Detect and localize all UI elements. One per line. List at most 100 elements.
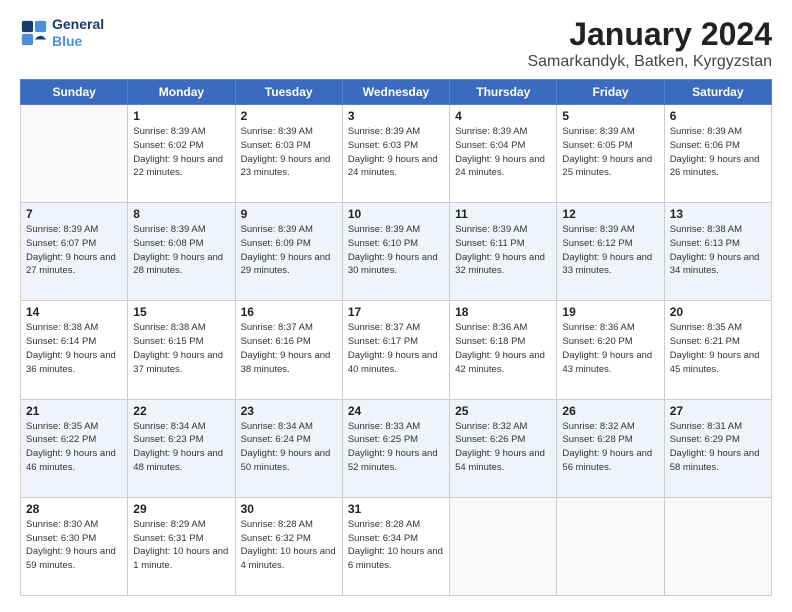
calendar-cell: 7 Sunrise: 8:39 AMSunset: 6:07 PMDaylight… bbox=[21, 203, 128, 301]
calendar-cell: 4Sunrise: 8:39 AMSunset: 6:04 PMDaylight… bbox=[450, 105, 557, 203]
calendar-cell: 23 Sunrise: 8:34 AMSunset: 6:24 PMDayligh… bbox=[235, 399, 342, 497]
day-number: 15 bbox=[133, 305, 229, 319]
calendar-cell: 16 Sunrise: 8:37 AMSunset: 6:16 PMDayligh… bbox=[235, 301, 342, 399]
day-number: 22 bbox=[133, 404, 229, 418]
day-info: Sunrise: 8:39 AMSunset: 6:06 PMDaylight:… bbox=[670, 125, 766, 180]
logo: General Blue bbox=[20, 16, 104, 50]
day-info: Sunrise: 8:38 AMSunset: 6:15 PMDaylight:… bbox=[133, 321, 229, 376]
calendar-cell: 15 Sunrise: 8:38 AMSunset: 6:15 PMDayligh… bbox=[128, 301, 235, 399]
day-number: 6 bbox=[670, 109, 766, 123]
logo-icon bbox=[20, 19, 48, 47]
day-info: Sunrise: 8:28 AMSunset: 6:32 PMDaylight:… bbox=[241, 518, 337, 573]
day-number: 26 bbox=[562, 404, 658, 418]
calendar-cell: 6 Sunrise: 8:39 AMSunset: 6:06 PMDaylight… bbox=[664, 105, 771, 203]
day-number: 24 bbox=[348, 404, 444, 418]
day-number: 2 bbox=[241, 109, 337, 123]
calendar-cell: 31 Sunrise: 8:28 AMSunset: 6:34 PMDayligh… bbox=[342, 497, 449, 595]
col-tuesday: Tuesday bbox=[235, 80, 342, 105]
calendar-cell: 18Sunrise: 8:36 AMSunset: 6:18 PMDayligh… bbox=[450, 301, 557, 399]
day-info: Sunrise: 8:28 AMSunset: 6:34 PMDaylight:… bbox=[348, 518, 444, 573]
day-number: 21 bbox=[26, 404, 122, 418]
day-info: Sunrise: 8:30 AMSunset: 6:30 PMDaylight:… bbox=[26, 518, 122, 573]
day-info: Sunrise: 8:39 AMSunset: 6:12 PMDaylight:… bbox=[562, 223, 658, 278]
calendar-row-4: 28Sunrise: 8:30 AMSunset: 6:30 PMDayligh… bbox=[21, 497, 772, 595]
day-info: Sunrise: 8:39 AMSunset: 6:11 PMDaylight:… bbox=[455, 223, 551, 278]
calendar-cell: 19Sunrise: 8:36 AMSunset: 6:20 PMDayligh… bbox=[557, 301, 664, 399]
day-number: 9 bbox=[241, 207, 337, 221]
day-number: 13 bbox=[670, 207, 766, 221]
calendar-cell: 25Sunrise: 8:32 AMSunset: 6:26 PMDayligh… bbox=[450, 399, 557, 497]
calendar-cell: 21 Sunrise: 8:35 AMSunset: 6:22 PMDayligh… bbox=[21, 399, 128, 497]
day-number: 27 bbox=[670, 404, 766, 418]
day-info: Sunrise: 8:39 AMSunset: 6:03 PMDaylight:… bbox=[241, 125, 337, 180]
calendar-cell: 22 Sunrise: 8:34 AMSunset: 6:23 PMDayligh… bbox=[128, 399, 235, 497]
calendar-cell: 24 Sunrise: 8:33 AMSunset: 6:25 PMDayligh… bbox=[342, 399, 449, 497]
calendar-cell: 3 Sunrise: 8:39 AMSunset: 6:03 PMDaylight… bbox=[342, 105, 449, 203]
calendar-table: Sunday Monday Tuesday Wednesday Thursday… bbox=[20, 79, 772, 596]
day-info: Sunrise: 8:32 AMSunset: 6:26 PMDaylight:… bbox=[455, 420, 551, 475]
day-number: 31 bbox=[348, 502, 444, 516]
calendar-cell: 14Sunrise: 8:38 AMSunset: 6:14 PMDayligh… bbox=[21, 301, 128, 399]
logo-line2: Blue bbox=[52, 33, 82, 49]
day-info: Sunrise: 8:29 AMSunset: 6:31 PMDaylight:… bbox=[133, 518, 229, 573]
calendar-cell bbox=[450, 497, 557, 595]
day-info: Sunrise: 8:37 AMSunset: 6:16 PMDaylight:… bbox=[241, 321, 337, 376]
calendar-cell: 2 Sunrise: 8:39 AMSunset: 6:03 PMDaylight… bbox=[235, 105, 342, 203]
day-info: Sunrise: 8:39 AMSunset: 6:10 PMDaylight:… bbox=[348, 223, 444, 278]
logo-line1: General bbox=[52, 16, 104, 33]
day-info: Sunrise: 8:37 AMSunset: 6:17 PMDaylight:… bbox=[348, 321, 444, 376]
subtitle: Samarkandyk, Batken, Kyrgyzstan bbox=[527, 53, 772, 71]
day-info: Sunrise: 8:31 AMSunset: 6:29 PMDaylight:… bbox=[670, 420, 766, 475]
calendar-cell: 10Sunrise: 8:39 AMSunset: 6:10 PMDayligh… bbox=[342, 203, 449, 301]
col-sunday: Sunday bbox=[21, 80, 128, 105]
day-info: Sunrise: 8:33 AMSunset: 6:25 PMDaylight:… bbox=[348, 420, 444, 475]
calendar-cell bbox=[557, 497, 664, 595]
day-number: 14 bbox=[26, 305, 122, 319]
calendar-cell: 8 Sunrise: 8:39 AMSunset: 6:08 PMDaylight… bbox=[128, 203, 235, 301]
calendar-cell: 27 Sunrise: 8:31 AMSunset: 6:29 PMDayligh… bbox=[664, 399, 771, 497]
day-info: Sunrise: 8:35 AMSunset: 6:22 PMDaylight:… bbox=[26, 420, 122, 475]
day-info: Sunrise: 8:39 AMSunset: 6:08 PMDaylight:… bbox=[133, 223, 229, 278]
day-number: 29 bbox=[133, 502, 229, 516]
calendar-cell: 9 Sunrise: 8:39 AMSunset: 6:09 PMDaylight… bbox=[235, 203, 342, 301]
day-number: 17 bbox=[348, 305, 444, 319]
day-info: Sunrise: 8:32 AMSunset: 6:28 PMDaylight:… bbox=[562, 420, 658, 475]
day-info: Sunrise: 8:39 AMSunset: 6:07 PMDaylight:… bbox=[26, 223, 122, 278]
calendar-cell bbox=[21, 105, 128, 203]
day-number: 7 bbox=[26, 207, 122, 221]
calendar-cell: 13Sunrise: 8:38 AMSunset: 6:13 PMDayligh… bbox=[664, 203, 771, 301]
day-number: 12 bbox=[562, 207, 658, 221]
calendar-row-3: 21 Sunrise: 8:35 AMSunset: 6:22 PMDayligh… bbox=[21, 399, 772, 497]
calendar-cell bbox=[664, 497, 771, 595]
col-saturday: Saturday bbox=[664, 80, 771, 105]
day-number: 11 bbox=[455, 207, 551, 221]
col-monday: Monday bbox=[128, 80, 235, 105]
day-number: 23 bbox=[241, 404, 337, 418]
day-number: 8 bbox=[133, 207, 229, 221]
day-info: Sunrise: 8:39 AMSunset: 6:09 PMDaylight:… bbox=[241, 223, 337, 278]
page: General Blue January 2024 Samarkandyk, B… bbox=[0, 0, 792, 612]
day-number: 3 bbox=[348, 109, 444, 123]
calendar-cell: 26 Sunrise: 8:32 AMSunset: 6:28 PMDayligh… bbox=[557, 399, 664, 497]
day-number: 19 bbox=[562, 305, 658, 319]
calendar-header-row: Sunday Monday Tuesday Wednesday Thursday… bbox=[21, 80, 772, 105]
col-friday: Friday bbox=[557, 80, 664, 105]
day-info: Sunrise: 8:34 AMSunset: 6:23 PMDaylight:… bbox=[133, 420, 229, 475]
day-number: 16 bbox=[241, 305, 337, 319]
col-wednesday: Wednesday bbox=[342, 80, 449, 105]
calendar-cell: 5Sunrise: 8:39 AMSunset: 6:05 PMDaylight… bbox=[557, 105, 664, 203]
day-number: 4 bbox=[455, 109, 551, 123]
day-info: Sunrise: 8:35 AMSunset: 6:21 PMDaylight:… bbox=[670, 321, 766, 376]
day-number: 18 bbox=[455, 305, 551, 319]
day-number: 5 bbox=[562, 109, 658, 123]
day-number: 20 bbox=[670, 305, 766, 319]
calendar-row-0: 1 Sunrise: 8:39 AMSunset: 6:02 PMDaylight… bbox=[21, 105, 772, 203]
day-info: Sunrise: 8:39 AMSunset: 6:03 PMDaylight:… bbox=[348, 125, 444, 180]
day-number: 1 bbox=[133, 109, 229, 123]
day-info: Sunrise: 8:34 AMSunset: 6:24 PMDaylight:… bbox=[241, 420, 337, 475]
calendar-cell: 30 Sunrise: 8:28 AMSunset: 6:32 PMDayligh… bbox=[235, 497, 342, 595]
day-number: 30 bbox=[241, 502, 337, 516]
day-info: Sunrise: 8:39 AMSunset: 6:02 PMDaylight:… bbox=[133, 125, 229, 180]
calendar-cell: 20 Sunrise: 8:35 AMSunset: 6:21 PMDayligh… bbox=[664, 301, 771, 399]
logo-text: General Blue bbox=[52, 16, 104, 50]
